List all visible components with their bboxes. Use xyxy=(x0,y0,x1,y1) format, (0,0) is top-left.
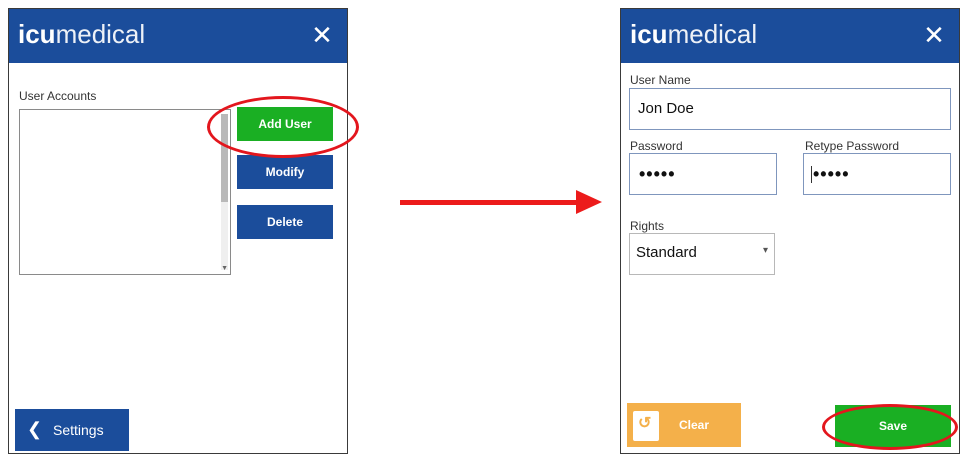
user-name-label: User Name xyxy=(630,73,691,87)
highlight-ellipse-add-user xyxy=(207,96,359,158)
icu-medical-logo: icumedical xyxy=(630,19,758,49)
retype-password-value: ••••• xyxy=(813,164,850,184)
chevron-left-icon: ❮ xyxy=(27,419,43,439)
modify-button[interactable]: Modify xyxy=(237,155,333,189)
rights-select[interactable]: Standard ▾ xyxy=(629,233,775,275)
settings-button-label: Settings xyxy=(53,422,104,438)
password-value: ••••• xyxy=(639,164,676,184)
user-accounts-list[interactable]: ▼ xyxy=(19,109,231,275)
text-caret xyxy=(811,166,812,183)
scroll-down-icon[interactable]: ▼ xyxy=(221,265,228,272)
user-accounts-window: icumedical ✕ User Accounts ▼ Add User Mo… xyxy=(8,8,348,454)
user-accounts-label: User Accounts xyxy=(19,89,97,103)
highlight-ellipse-save xyxy=(822,404,958,450)
user-name-value: Jon Doe xyxy=(638,100,694,117)
delete-button[interactable]: Delete xyxy=(237,205,333,239)
clear-button-label: Clear xyxy=(679,418,710,432)
password-label: Password xyxy=(630,139,683,153)
arrow-right-icon xyxy=(576,190,602,214)
title-bar: icumedical ✕ xyxy=(9,9,347,63)
user-name-input[interactable]: Jon Doe xyxy=(629,88,951,130)
clear-button[interactable]: ↺ Clear xyxy=(627,403,741,447)
retype-password-label: Retype Password xyxy=(805,139,900,153)
icu-medical-logo: icumedical xyxy=(18,19,146,49)
retype-password-input[interactable]: ••••• xyxy=(803,153,951,195)
rights-label: Rights xyxy=(630,219,665,233)
arrow-line xyxy=(400,200,578,205)
chevron-down-icon: ▾ xyxy=(762,245,768,256)
rights-value: Standard xyxy=(636,244,697,261)
close-icon[interactable]: ✕ xyxy=(309,22,335,48)
password-input[interactable]: ••••• xyxy=(629,153,777,195)
settings-button[interactable]: ❮ Settings xyxy=(15,409,129,451)
title-bar: icumedical ✕ xyxy=(621,9,959,63)
close-icon[interactable]: ✕ xyxy=(921,22,947,48)
add-user-window: icumedical ✕ User Name Jon Doe Password … xyxy=(620,8,960,454)
refresh-icon: ↺ xyxy=(633,411,659,441)
